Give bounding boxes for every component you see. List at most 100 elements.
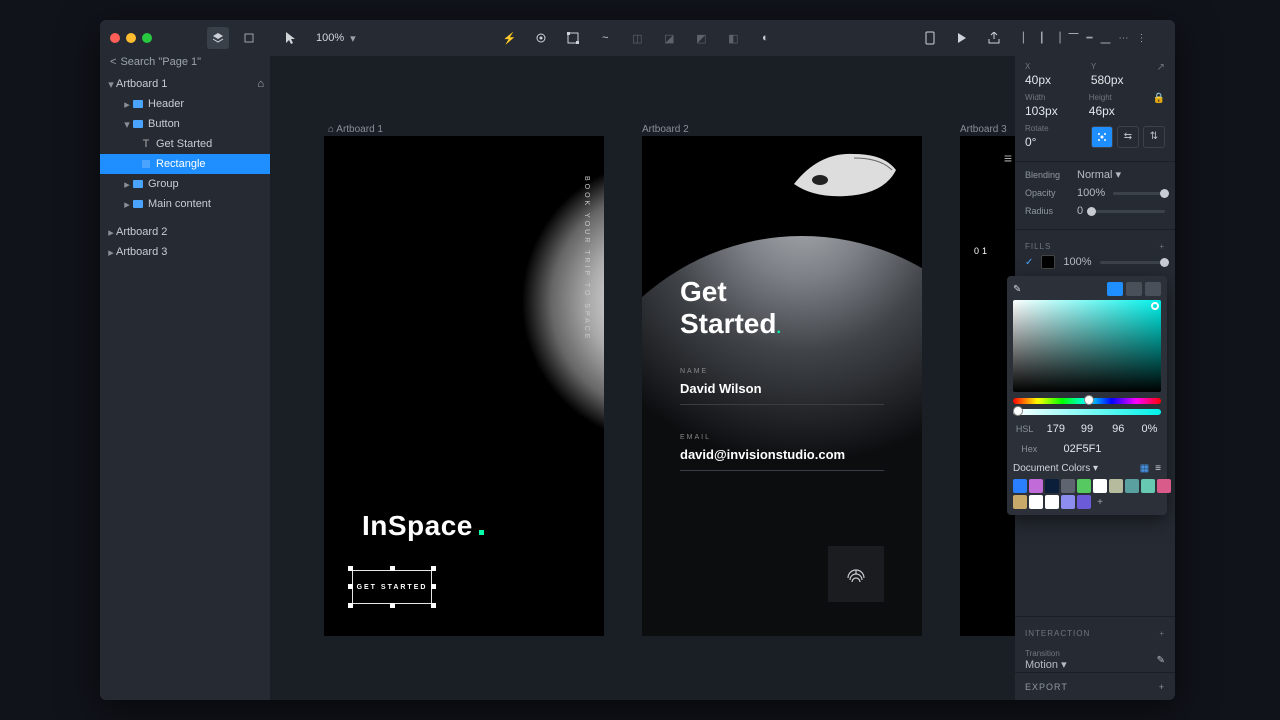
- zoom-level[interactable]: 100%: [316, 32, 344, 44]
- color-swatch[interactable]: [1013, 479, 1027, 493]
- device-icon[interactable]: [919, 27, 941, 49]
- edit-transition-icon[interactable]: ✎: [1157, 655, 1165, 666]
- color-swatch[interactable]: [1093, 479, 1107, 493]
- alpha-slider[interactable]: [1013, 409, 1161, 415]
- align-left-icon[interactable]: ▏: [1023, 33, 1031, 44]
- color-swatch[interactable]: [1157, 479, 1171, 493]
- lock-aspect-icon[interactable]: 🔒: [1153, 93, 1165, 118]
- opacity-slider[interactable]: [1113, 192, 1165, 195]
- hue-slider[interactable]: [1013, 398, 1161, 404]
- height-input[interactable]: 46px: [1089, 104, 1139, 118]
- width-input[interactable]: 103px: [1025, 104, 1075, 118]
- layer-artboard-3[interactable]: ▸Artboard 3: [100, 242, 270, 262]
- hex-input[interactable]: 02F5F1: [1054, 443, 1162, 455]
- color-swatch[interactable]: [1061, 479, 1075, 493]
- fill-opacity[interactable]: 100%: [1063, 256, 1091, 268]
- close-window-icon[interactable]: [110, 33, 120, 43]
- name-value[interactable]: David Wilson: [680, 381, 884, 396]
- opacity-input[interactable]: 100%: [1077, 187, 1105, 199]
- share-icon[interactable]: [983, 27, 1005, 49]
- radial-fill-tab[interactable]: [1145, 282, 1161, 296]
- layer-main-content[interactable]: ▸Main content: [100, 194, 270, 214]
- artboard-2[interactable]: GetStarted. NAME David Wilson EMAIL davi…: [642, 136, 922, 636]
- color-mode-select[interactable]: HSL: [1013, 424, 1036, 434]
- layer-header[interactable]: ▸Header: [100, 94, 270, 114]
- color-swatch[interactable]: [1077, 479, 1091, 493]
- sat-value[interactable]: 99: [1075, 423, 1098, 435]
- color-swatch[interactable]: [1109, 479, 1123, 493]
- play-icon[interactable]: [951, 27, 973, 49]
- bolt-icon[interactable]: ⚡: [498, 27, 520, 49]
- canvas[interactable]: ⌂ Artboard 1 Artboard 2 Artboard 3 BOOK …: [270, 56, 1015, 700]
- doc-colors-select[interactable]: Document Colors ▾: [1013, 463, 1098, 474]
- fingerprint-button[interactable]: [828, 546, 884, 602]
- color-swatch[interactable]: [1045, 479, 1059, 493]
- align-bottom-icon[interactable]: ⎽: [1100, 33, 1110, 44]
- list-view-icon[interactable]: ≡: [1155, 463, 1161, 474]
- radius-slider[interactable]: [1091, 210, 1165, 213]
- layer-get-started[interactable]: TGet Started: [100, 134, 270, 154]
- color-swatch[interactable]: [1045, 495, 1059, 509]
- artboard-2-label[interactable]: Artboard 2: [642, 124, 689, 135]
- color-swatch[interactable]: [1013, 495, 1027, 509]
- transition-select[interactable]: Motion ▾: [1025, 658, 1067, 671]
- radius-input[interactable]: 0: [1077, 205, 1083, 217]
- x-input[interactable]: 40px: [1025, 73, 1077, 87]
- add-export-icon[interactable]: +: [1159, 682, 1165, 692]
- color-swatch[interactable]: [1077, 495, 1091, 509]
- email-value[interactable]: david@invisionstudio.com: [680, 447, 884, 462]
- add-fill-icon[interactable]: +: [1159, 242, 1165, 251]
- color-swatch[interactable]: [1061, 495, 1075, 509]
- artboard-1[interactable]: BOOK YOUR TRIP TO SPACE InSpace GET STAR…: [324, 136, 604, 636]
- artboard-3-label[interactable]: Artboard 3: [960, 124, 1007, 135]
- menu-icon[interactable]: ≡: [1004, 150, 1012, 166]
- grid-view-icon[interactable]: ▦: [1140, 463, 1149, 474]
- add-swatch-icon[interactable]: +: [1093, 495, 1107, 509]
- export-section[interactable]: EXPORT+: [1015, 672, 1175, 700]
- home-icon[interactable]: ⌂: [257, 78, 264, 90]
- layers-tab-icon[interactable]: [207, 27, 229, 49]
- layer-artboard-2[interactable]: ▸Artboard 2: [100, 222, 270, 242]
- color-popover[interactable]: ✎ HSL 179 99 96 0% Hex 02F5F1 Document C…: [1007, 276, 1167, 515]
- layer-rectangle[interactable]: Rectangle: [100, 154, 270, 174]
- pointer-tool-icon[interactable]: [280, 27, 302, 49]
- light-value[interactable]: 96: [1107, 423, 1130, 435]
- hue-value[interactable]: 179: [1044, 423, 1067, 435]
- path-icon[interactable]: ~: [594, 27, 616, 49]
- artboard-1-label[interactable]: ⌂ Artboard 1: [328, 124, 383, 135]
- align-right-icon[interactable]: ▕: [1053, 33, 1061, 44]
- color-swatch[interactable]: [1125, 479, 1139, 493]
- alpha-value[interactable]: 0%: [1138, 423, 1161, 435]
- color-swatch[interactable]: [1029, 479, 1043, 493]
- back-icon[interactable]: <: [110, 56, 116, 68]
- fill-swatch[interactable]: [1041, 255, 1055, 269]
- minimize-window-icon[interactable]: [126, 33, 136, 43]
- search-row[interactable]: < Search "Page 1": [100, 56, 270, 74]
- color-swatch[interactable]: [1141, 479, 1155, 493]
- layer-artboard-1[interactable]: ▾Artboard 1 ⌂: [100, 74, 270, 94]
- gear-icon[interactable]: [530, 27, 552, 49]
- color-swatch[interactable]: [1029, 495, 1043, 509]
- layer-button[interactable]: ▾Button: [100, 114, 270, 134]
- rotate-input[interactable]: 0°: [1025, 135, 1077, 149]
- solid-fill-tab[interactable]: [1107, 282, 1123, 296]
- eyedropper-icon[interactable]: ✎: [1013, 284, 1021, 295]
- fill-opacity-slider[interactable]: [1100, 261, 1165, 264]
- pivot-grid[interactable]: ⇆ ⇅: [1091, 126, 1165, 148]
- fill-visible-checkbox[interactable]: ✓: [1025, 257, 1033, 268]
- align-top-icon[interactable]: ⎺: [1068, 33, 1078, 44]
- get-started-button[interactable]: GET STARTED: [352, 570, 432, 604]
- add-interaction-icon[interactable]: +: [1159, 629, 1165, 638]
- flip-v-icon[interactable]: ⇅: [1143, 126, 1165, 148]
- blending-select[interactable]: Normal ▾: [1077, 168, 1121, 181]
- saturation-value-area[interactable]: [1013, 300, 1161, 392]
- transform-icon[interactable]: [562, 27, 584, 49]
- zoom-window-icon[interactable]: [142, 33, 152, 43]
- align-hcenter-icon[interactable]: ┃: [1039, 33, 1045, 44]
- mask-icon[interactable]: ◐: [754, 27, 776, 49]
- layer-group[interactable]: ▸Group: [100, 174, 270, 194]
- align-vcenter-icon[interactable]: ━: [1086, 33, 1092, 44]
- libraries-tab-icon[interactable]: [238, 27, 260, 49]
- scrubber-icon[interactable]: ↗: [1157, 62, 1165, 87]
- linear-fill-tab[interactable]: [1126, 282, 1142, 296]
